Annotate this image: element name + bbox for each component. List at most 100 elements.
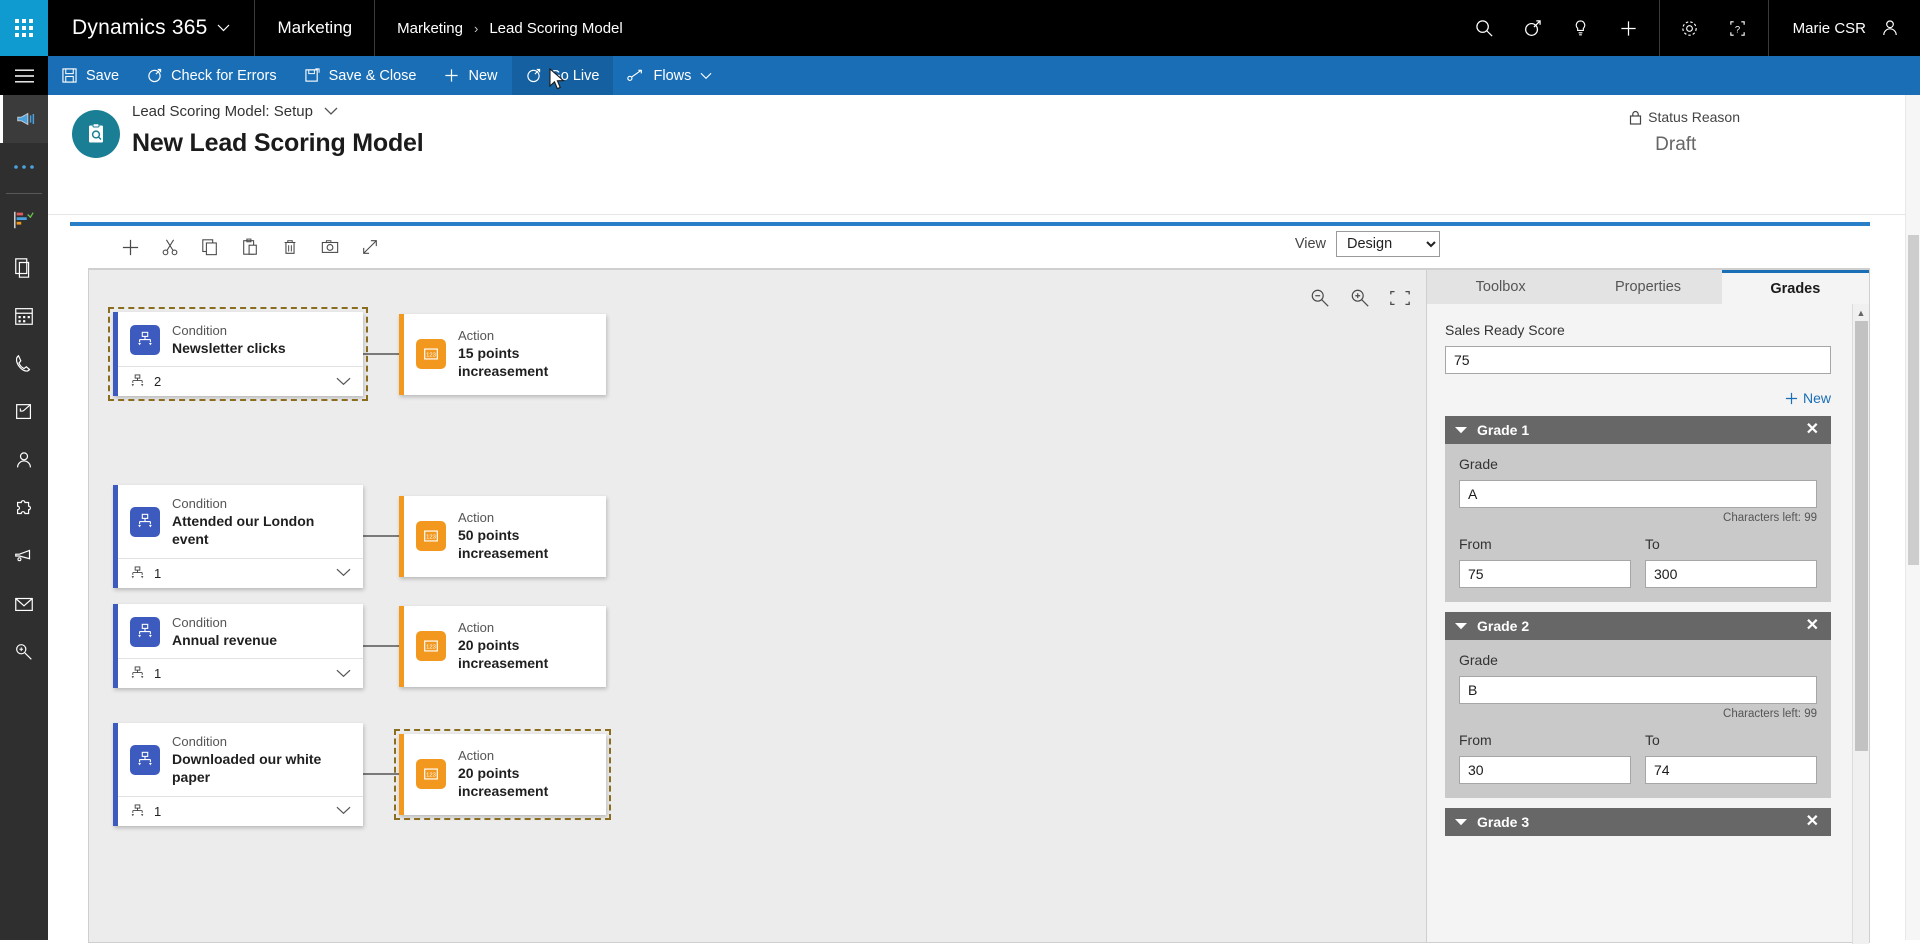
- lead-scoring-model-icon: [72, 110, 120, 158]
- settings-gear-icon[interactable]: [1666, 0, 1714, 56]
- close-icon[interactable]: ✕: [1806, 422, 1819, 438]
- delete-icon[interactable]: [270, 230, 310, 264]
- from-label: From: [1459, 732, 1492, 748]
- snapshot-icon[interactable]: [310, 230, 350, 264]
- status-reason-label: Status Reason: [1648, 109, 1740, 125]
- grade-from-input[interactable]: [1459, 560, 1631, 588]
- view-select[interactable]: Design: [1336, 231, 1440, 257]
- assistant-icon[interactable]: [1557, 0, 1605, 56]
- puzzle-icon: [16, 500, 31, 515]
- sidebar-item-pages[interactable]: [0, 244, 48, 292]
- grade-card-header[interactable]: Grade 3 ✕: [1445, 808, 1831, 836]
- condition-card[interactable]: Condition Annual revenue 1: [113, 604, 363, 689]
- tab-properties[interactable]: Properties: [1574, 270, 1722, 304]
- form-selector[interactable]: Lead Scoring Model: Setup: [132, 103, 338, 120]
- page-scroll-thumb[interactable]: [1908, 235, 1919, 565]
- quick-create-icon[interactable]: [1605, 0, 1653, 56]
- breadcrumb-current[interactable]: Lead Scoring Model: [489, 20, 622, 37]
- grades-panel-body: Sales Ready Score New Grade 1 ✕ Grade: [1427, 304, 1853, 944]
- page-scrollbar[interactable]: [1905, 95, 1920, 940]
- sidebar-item-lead-scoring[interactable]: [0, 628, 48, 676]
- copy-icon[interactable]: [190, 230, 230, 264]
- sales-ready-score-input[interactable]: [1445, 346, 1831, 374]
- scroll-up-icon[interactable]: ▲: [1853, 304, 1869, 321]
- hamburger-menu-icon[interactable]: [0, 56, 48, 95]
- condition-card[interactable]: Condition Attended our London event 1: [113, 485, 363, 588]
- help-icon[interactable]: ?: [1714, 0, 1762, 56]
- brand-dynamics365[interactable]: Dynamics 365: [48, 0, 256, 56]
- expand-icon[interactable]: [350, 230, 390, 264]
- zoom-in-icon[interactable]: [1348, 286, 1372, 310]
- save-and-close-button[interactable]: Save & Close: [291, 56, 431, 95]
- tab-grades[interactable]: Grades: [1721, 270, 1869, 304]
- chevron-down-icon[interactable]: [336, 802, 351, 820]
- caret-down-icon[interactable]: [1455, 818, 1467, 826]
- condition-card-text: Condition Newsletter clicks: [172, 323, 286, 357]
- caret-down-icon[interactable]: [1455, 622, 1467, 630]
- grade-card-body: Grade Characters left: 99 From To: [1445, 640, 1831, 798]
- grade-to-input[interactable]: [1645, 560, 1817, 588]
- sidebar-item-calendar[interactable]: [0, 292, 48, 340]
- fit-to-screen-icon[interactable]: [1388, 286, 1412, 310]
- add-icon[interactable]: [110, 230, 150, 264]
- sidebar-item-recent-more[interactable]: [0, 143, 48, 191]
- chevron-down-icon[interactable]: [336, 564, 351, 582]
- condition-card[interactable]: Condition Downloaded our white paper 1: [113, 723, 363, 826]
- caret-down-icon[interactable]: [1455, 426, 1467, 434]
- check-for-errors-button[interactable]: Check for Errors: [133, 56, 291, 95]
- condition-card[interactable]: Condition Newsletter clicks 2: [108, 306, 368, 402]
- panel-scroll-thumb[interactable]: [1855, 321, 1868, 751]
- new-grade-button[interactable]: New: [1445, 390, 1831, 406]
- condition-card-footer[interactable]: 1: [118, 795, 363, 826]
- condition-card-footer[interactable]: 2: [118, 366, 363, 396]
- view-control: View Design: [1295, 231, 1440, 257]
- breadcrumb-parent[interactable]: Marketing: [397, 20, 463, 37]
- paste-icon[interactable]: [230, 230, 270, 264]
- sidebar-item-segments[interactable]: [0, 484, 48, 532]
- sidebar-item-dashboards[interactable]: [0, 196, 48, 244]
- condition-card-header: Condition Downloaded our white paper: [118, 723, 363, 796]
- panel-scrollbar[interactable]: ▲: [1852, 304, 1869, 944]
- grade-from-input[interactable]: [1459, 756, 1631, 784]
- sidebar-item-emails[interactable]: [0, 580, 48, 628]
- condition-branch-icon: [131, 374, 144, 387]
- user-menu[interactable]: Marie CSR: [1767, 0, 1920, 56]
- grade-title: Grade 1: [1477, 422, 1530, 438]
- action-card[interactable]: 123 Action 15 points increasement: [399, 313, 606, 395]
- new-button[interactable]: New: [430, 56, 511, 95]
- grade-card-body: Grade Characters left: 99 From To: [1445, 444, 1831, 602]
- action-card[interactable]: 123 Action 50 points increasement: [399, 496, 606, 577]
- action-card-text: Action 50 points increasement: [458, 510, 594, 563]
- sidebar-item-contacts[interactable]: [0, 436, 48, 484]
- save-button[interactable]: Save: [48, 56, 133, 95]
- grade-to-input[interactable]: [1645, 756, 1817, 784]
- grade-input[interactable]: [1459, 676, 1817, 704]
- app-launcher-icon[interactable]: [0, 0, 48, 56]
- condition-card-footer[interactable]: 1: [118, 658, 363, 688]
- tab-toolbox[interactable]: Toolbox: [1427, 270, 1575, 304]
- action-card[interactable]: 123 Action 20 points increasement: [394, 729, 611, 820]
- chevron-down-icon[interactable]: [336, 373, 351, 391]
- close-icon[interactable]: ✕: [1806, 618, 1819, 634]
- cut-icon[interactable]: [150, 230, 190, 264]
- grade-input[interactable]: [1459, 480, 1817, 508]
- action-card[interactable]: 123 Action 20 points increasement: [399, 605, 606, 687]
- sidebar-item-phone-calls[interactable]: [0, 340, 48, 388]
- grade-card-header[interactable]: Grade 1 ✕: [1445, 416, 1831, 444]
- sidebar-item-marketing[interactable]: [0, 95, 48, 143]
- relevance-search-icon[interactable]: [1509, 0, 1557, 56]
- grade-card-header[interactable]: Grade 2 ✕: [1445, 612, 1831, 640]
- sidebar-item-activities[interactable]: [0, 388, 48, 436]
- page-title: New Lead Scoring Model: [132, 129, 424, 157]
- app-name[interactable]: Marketing: [255, 0, 376, 56]
- flow-canvas[interactable]: Condition Newsletter clicks 2 123 Action…: [88, 269, 1426, 943]
- action-card-text: Action 20 points increasement: [458, 748, 594, 801]
- chevron-down-icon[interactable]: [336, 665, 351, 683]
- close-icon[interactable]: ✕: [1806, 814, 1819, 830]
- zoom-out-icon[interactable]: [1308, 286, 1332, 310]
- condition-card-footer[interactable]: 1: [118, 557, 363, 588]
- flows-button[interactable]: Flows: [613, 56, 726, 95]
- sidebar-item-campaigns[interactable]: [0, 532, 48, 580]
- search-icon[interactable]: [1461, 0, 1509, 56]
- suite-spacer: [645, 0, 1455, 56]
